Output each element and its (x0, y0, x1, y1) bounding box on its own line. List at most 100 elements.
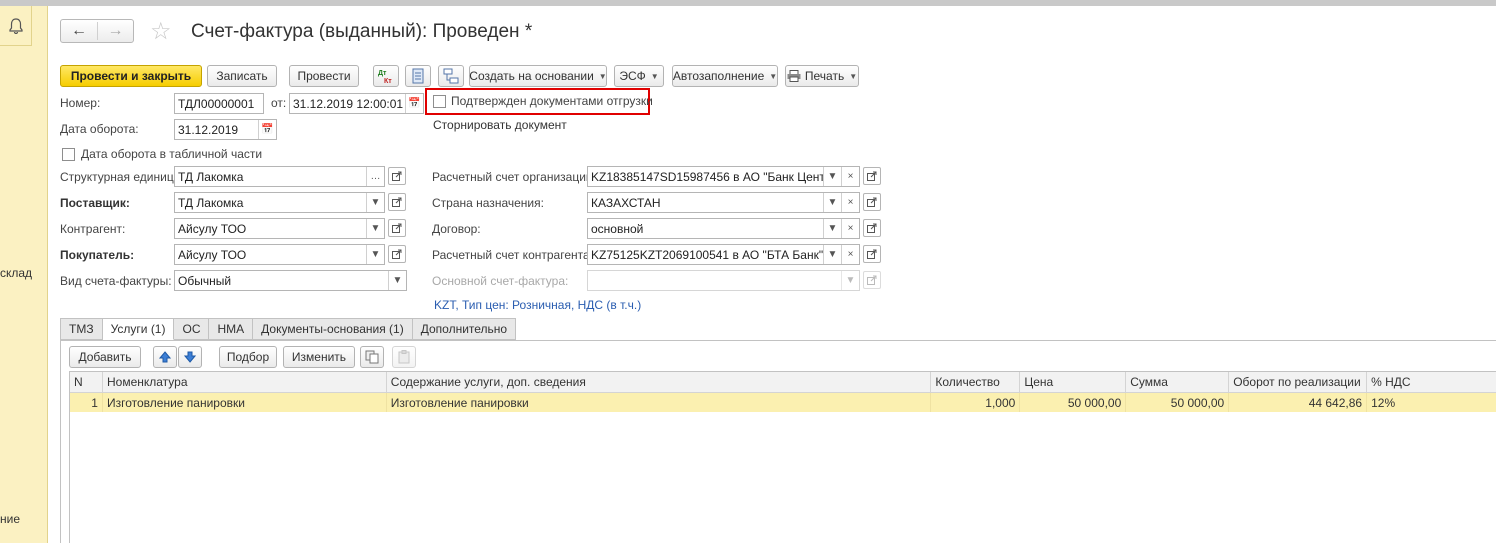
calendar-icon[interactable]: 📅 (405, 94, 423, 113)
cp-account-value: KZ75125KZT2069100541 в АО "БТА Банк" (591, 247, 823, 262)
save-button[interactable]: Записать (207, 65, 277, 87)
table-header: N Номенклатура Содержание услуги, доп. с… (70, 372, 1496, 393)
chevron-down-icon[interactable]: ▼ (366, 193, 384, 212)
column-header[interactable]: N (70, 372, 103, 392)
date-field[interactable]: 31.12.2019 12:00:01 📅 (289, 93, 424, 114)
open-icon[interactable] (863, 193, 881, 211)
chevron-down-icon[interactable]: ▼ (823, 193, 841, 212)
copy-icon[interactable] (360, 346, 384, 368)
clear-icon[interactable]: × (841, 245, 859, 264)
column-header[interactable]: Сумма (1126, 372, 1230, 392)
tab-additional[interactable]: Дополнительно (412, 318, 517, 340)
column-header[interactable]: Цена (1020, 372, 1127, 392)
sum-cell[interactable]: 50 000,00 (1126, 393, 1230, 412)
price-cell[interactable]: 50 000,00 (1020, 393, 1127, 412)
section-other[interactable]: ние (0, 512, 20, 526)
post-and-close-button[interactable]: Провести и закрыть (60, 65, 202, 87)
chevron-down-icon[interactable]: ▼ (823, 219, 841, 238)
structure-icon[interactable] (438, 65, 464, 87)
service-content-cell[interactable]: Изготовление панировки (387, 393, 932, 412)
supplier-field[interactable]: ТД Лакомка ▼ (174, 192, 385, 213)
paste-icon[interactable] (392, 346, 416, 368)
org-account-field[interactable]: KZ18385147SD15987456 в АО "Банк ЦентрКре… (587, 166, 860, 187)
clear-icon[interactable]: × (841, 193, 859, 212)
forward-arrow-icon[interactable]: → (97, 22, 133, 40)
move-up-icon[interactable] (153, 346, 177, 368)
table-row[interactable]: 1 Изготовление панировки Изготовление па… (70, 393, 1496, 412)
document-form: ← → ☆ Счет-фактура (выданный): Проведен … (49, 6, 1496, 543)
chevron-down-icon[interactable]: ▼ (388, 271, 406, 290)
print-button[interactable]: Печать ▼ (785, 65, 859, 87)
tab-base-documents[interactable]: Документы-основания (1) (253, 318, 413, 340)
create-based-on-button[interactable]: Создать на основании ▼ (469, 65, 607, 87)
org-account-value: KZ18385147SD15987456 в АО "Банк ЦентрКре… (591, 169, 823, 184)
open-icon[interactable] (863, 245, 881, 263)
price-info-link[interactable]: KZT, Тип цен: Розничная, НДС (в т.ч.) (434, 298, 641, 312)
row-number[interactable]: 1 (70, 393, 103, 412)
open-icon[interactable] (388, 193, 406, 211)
tab-os[interactable]: ОС (174, 318, 210, 340)
column-header[interactable]: Количество (931, 372, 1021, 392)
chevron-down-icon: ▼ (769, 71, 778, 81)
change-button[interactable]: Изменить (283, 346, 355, 368)
star-icon[interactable]: ☆ (150, 17, 172, 46)
select-button[interactable]: Подбор (219, 346, 277, 368)
clear-icon[interactable]: × (841, 167, 859, 186)
move-down-icon[interactable] (178, 346, 202, 368)
chevron-down-icon: ▼ (849, 71, 858, 81)
turnover-cell[interactable]: 44 642,86 (1229, 393, 1368, 412)
counterparty-field[interactable]: Айсулу ТОО ▼ (174, 218, 385, 239)
column-header[interactable]: Содержание услуги, доп. сведения (387, 372, 932, 392)
turnover-date-field[interactable]: 31.12.2019 📅 (174, 119, 277, 140)
number-field[interactable]: ТДЛ00000001 (174, 93, 264, 114)
esf-label: ЭСФ (619, 69, 646, 83)
printer-icon (787, 70, 801, 82)
chevron-down-icon[interactable]: ▼ (823, 245, 841, 264)
nomenclature-cell[interactable]: Изготовление панировки (103, 393, 387, 412)
unit-field[interactable]: ТД Лакомка … (174, 166, 385, 187)
cp-account-field[interactable]: KZ75125KZT2069100541 в АО "БТА Банк" ▼ × (587, 244, 860, 265)
number-value: ТДЛ00000001 (178, 96, 255, 111)
add-button[interactable]: Добавить (69, 346, 141, 368)
invoice-type-field[interactable]: Обычный ▼ (174, 270, 407, 291)
turnover-in-table-row[interactable]: Дата оборота в табличной части (62, 147, 262, 161)
section-warehouse[interactable]: склад (0, 266, 32, 280)
dt-kt-movements-icon[interactable]: Дт Кт (373, 65, 399, 87)
post-button[interactable]: Провести (289, 65, 359, 87)
esf-button[interactable]: ЭСФ ▼ (614, 65, 664, 87)
confirmed-checkbox-row[interactable]: Подтвержден документами отгрузки (433, 94, 653, 108)
ellipsis-icon[interactable]: … (366, 167, 384, 186)
bell-icon[interactable] (0, 6, 32, 46)
calendar-icon[interactable]: 📅 (258, 120, 276, 139)
open-icon[interactable] (388, 219, 406, 237)
list-icon[interactable] (405, 65, 431, 87)
vat-rate-cell[interactable]: 12% (1367, 393, 1496, 412)
autofill-button[interactable]: Автозаполнение ▼ (672, 65, 778, 87)
open-icon[interactable] (863, 167, 881, 185)
back-arrow-icon[interactable]: ← (61, 22, 97, 40)
clear-icon[interactable]: × (841, 219, 859, 238)
column-header[interactable]: Номенклатура (103, 372, 387, 392)
open-icon[interactable] (388, 167, 406, 185)
tab-tmz[interactable]: ТМЗ (60, 318, 103, 340)
quantity-cell[interactable]: 1,000 (931, 393, 1021, 412)
chevron-down-icon[interactable]: ▼ (823, 167, 841, 186)
column-header[interactable]: % НДС (1367, 372, 1496, 392)
column-header[interactable]: Оборот по реализации (1229, 372, 1368, 392)
tab-nma[interactable]: НМА (209, 318, 254, 340)
chevron-down-icon[interactable]: ▼ (366, 245, 384, 264)
unit-label: Структурная единица: (60, 170, 184, 184)
turnover-in-table-checkbox[interactable] (62, 147, 75, 161)
buyer-field[interactable]: Айсулу ТОО ▼ (174, 244, 385, 265)
base-invoice-field: ▼ (587, 270, 860, 291)
storno-link[interactable]: Сторнировать документ (433, 118, 567, 132)
contract-field[interactable]: основной ▼ × (587, 218, 860, 239)
country-field[interactable]: КАЗАХСТАН ▼ × (587, 192, 860, 213)
confirmed-checkbox[interactable] (433, 94, 446, 108)
open-icon[interactable] (388, 245, 406, 263)
tab-services[interactable]: Услуги (1) (102, 318, 175, 340)
autofill-label: Автозаполнение (672, 69, 765, 83)
chevron-down-icon[interactable]: ▼ (366, 219, 384, 238)
unit-value: ТД Лакомка (178, 169, 244, 184)
open-icon[interactable] (863, 219, 881, 237)
